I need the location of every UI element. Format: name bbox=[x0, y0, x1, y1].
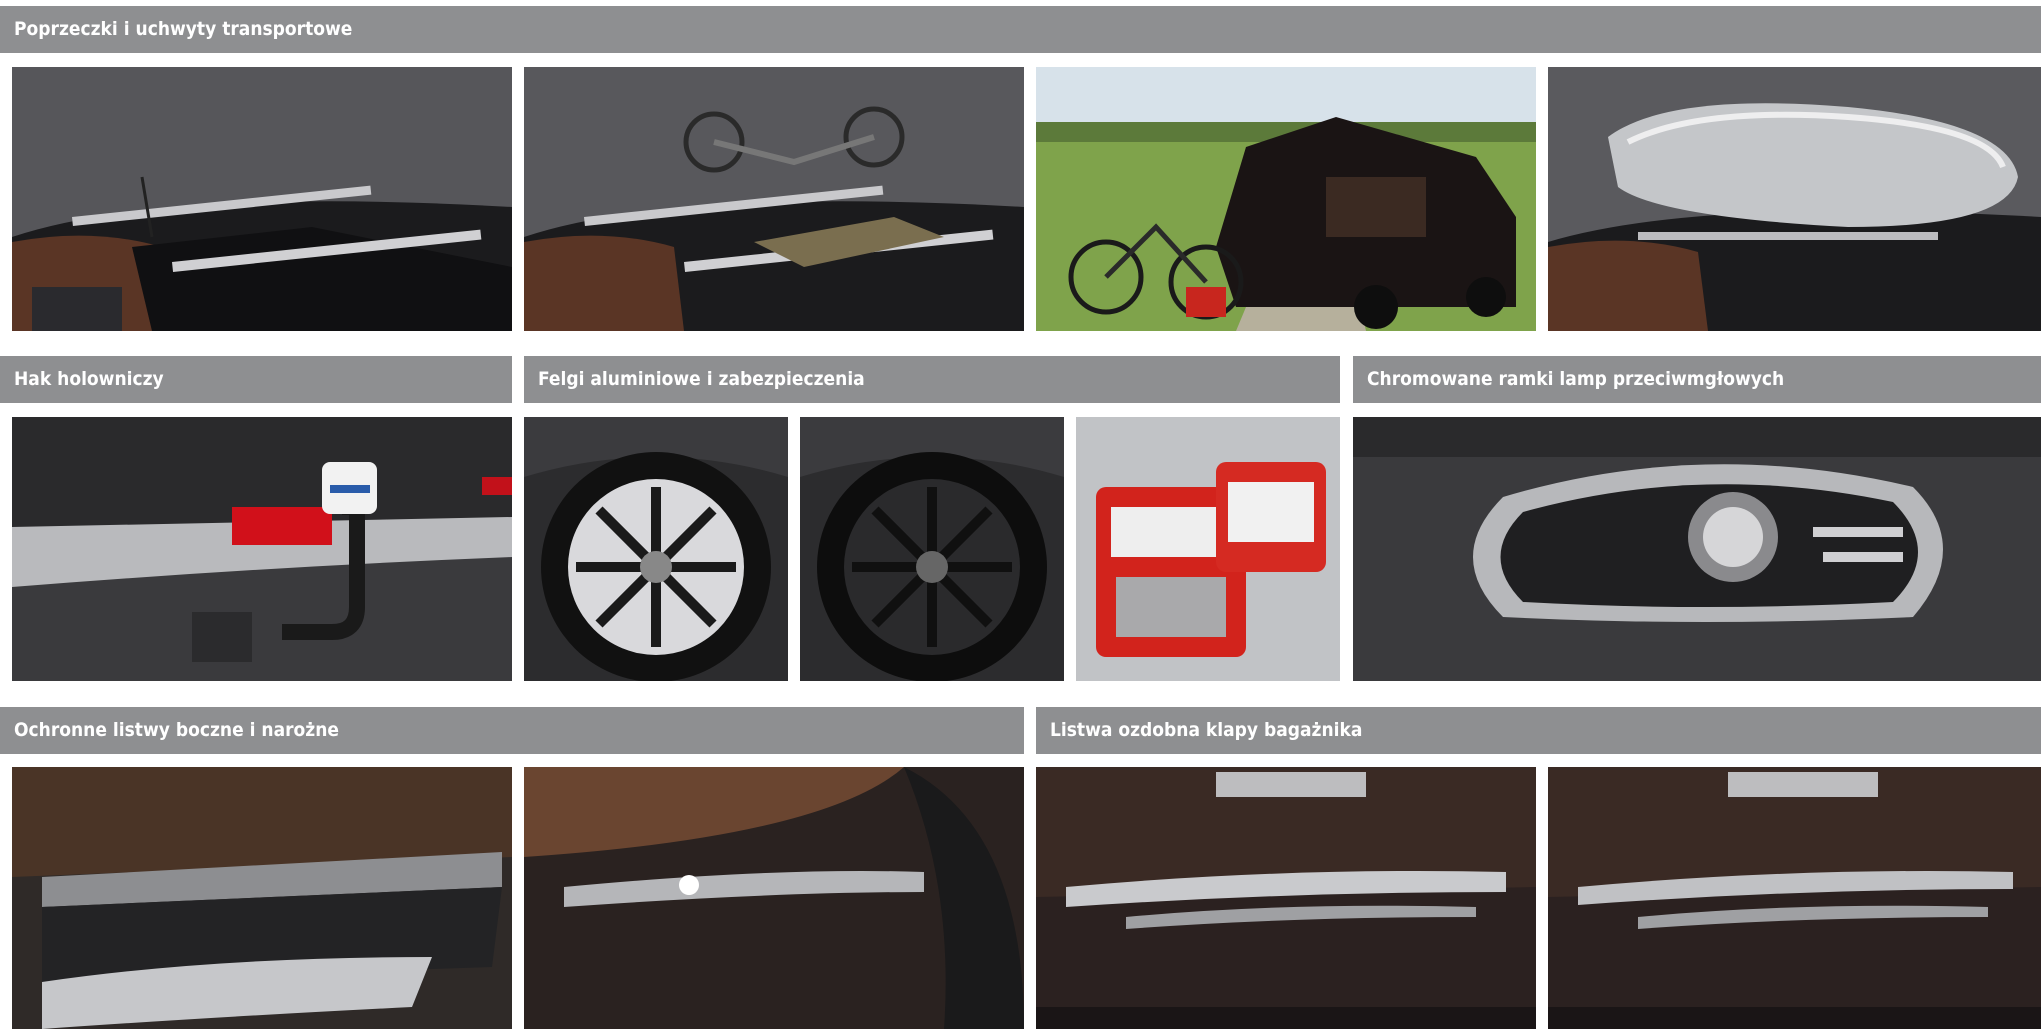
section-title: Felgi aluminiowe i zabezpieczenia bbox=[538, 368, 865, 390]
photo-wheel-lock-kit bbox=[1076, 417, 1340, 681]
section-header-tow-hook: Hak holowniczy bbox=[0, 356, 512, 403]
section-header-side-mouldings: Ochronne listwy boczne i narożne bbox=[0, 707, 1024, 754]
section-header-alloy-wheels: Felgi aluminiowe i zabezpieczenia bbox=[524, 356, 1340, 403]
photo-wheel-polished bbox=[524, 417, 788, 681]
photo-side-moulding bbox=[12, 767, 512, 1029]
photo-roof-box bbox=[1548, 67, 2041, 331]
photo-roof-bars bbox=[12, 67, 512, 331]
section-title: Ochronne listwy boczne i narożne bbox=[14, 719, 340, 741]
photo-roof-bike-carrier bbox=[524, 67, 1024, 331]
photo-tow-hook bbox=[12, 417, 512, 681]
photo-tailgate-trim-1 bbox=[1036, 767, 1536, 1029]
section-title: Listwa ozdobna klapy bagażnika bbox=[1050, 719, 1363, 741]
section-title: Poprzeczki i uchwyty transportowe bbox=[14, 18, 353, 40]
section-header-roof-carriers: Poprzeczki i uchwyty transportowe bbox=[0, 6, 2041, 53]
section-title: Hak holowniczy bbox=[14, 368, 164, 390]
section-header-fog-lamp-frames: Chromowane ramki lamp przeciwmgłowych bbox=[1353, 356, 2041, 403]
photo-tailgate-trim-2 bbox=[1548, 767, 2041, 1029]
photo-rear-bike-carrier bbox=[1036, 67, 1536, 331]
photo-wheel-black bbox=[800, 417, 1064, 681]
section-header-tailgate-trim: Listwa ozdobna klapy bagażnika bbox=[1036, 707, 2041, 754]
photo-fog-lamp-frame bbox=[1353, 417, 2041, 681]
section-title: Chromowane ramki lamp przeciwmgłowych bbox=[1367, 368, 1785, 390]
photo-corner-moulding bbox=[524, 767, 1024, 1029]
